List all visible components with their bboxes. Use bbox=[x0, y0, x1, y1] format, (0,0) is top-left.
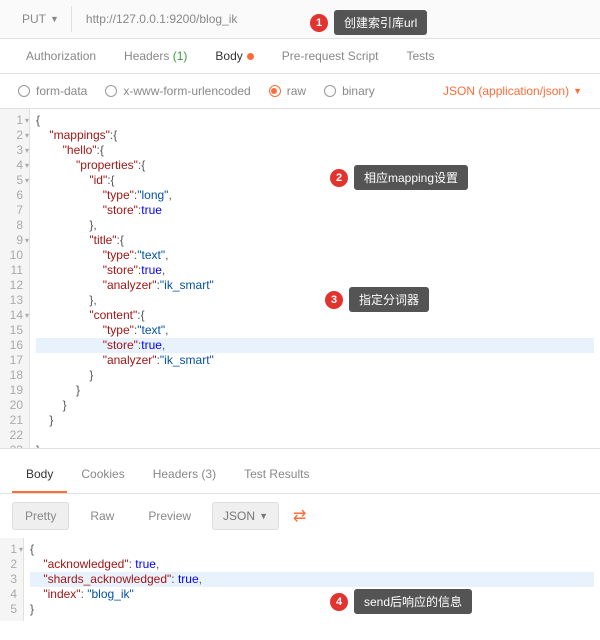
response-body-editor[interactable]: 12345 { "acknowledged": true, "shards_ac… bbox=[0, 538, 600, 621]
body-type-row: form-data x-www-form-urlencoded raw bina… bbox=[0, 74, 600, 109]
raw-button[interactable]: Raw bbox=[77, 502, 127, 530]
tab-body[interactable]: Body bbox=[201, 39, 267, 73]
radio-urlencoded[interactable]: x-www-form-urlencoded bbox=[105, 84, 250, 98]
http-method-select[interactable]: PUT ▼ bbox=[10, 6, 72, 32]
method-label: PUT bbox=[22, 12, 46, 26]
callout-3-text: 指定分词器 bbox=[349, 287, 429, 312]
callout-1-num: 1 bbox=[310, 14, 328, 32]
tab-prereq[interactable]: Pre-request Script bbox=[268, 39, 393, 73]
content-type-select[interactable]: JSON (application/json)▼ bbox=[443, 84, 582, 98]
dot-icon bbox=[247, 53, 254, 60]
callout-4-text: send后响应的信息 bbox=[354, 589, 472, 614]
callout-1-text: 创建索引库url bbox=[334, 10, 427, 35]
code-area[interactable]: { "acknowledged": true, "shards_acknowle… bbox=[24, 538, 600, 621]
rtab-headers[interactable]: Headers (3) bbox=[139, 457, 230, 493]
radio-raw[interactable]: raw bbox=[269, 84, 306, 98]
chevron-down-icon: ▼ bbox=[50, 14, 59, 24]
callout-4-num: 4 bbox=[330, 593, 348, 611]
response-tabs: Body Cookies Headers (3) Test Results bbox=[0, 457, 600, 494]
callout-2-num: 2 bbox=[330, 169, 348, 187]
rtab-body[interactable]: Body bbox=[12, 457, 67, 493]
request-tabs: Authorization Headers (1) Body Pre-reque… bbox=[0, 39, 600, 74]
callout-2-text: 相应mapping设置 bbox=[354, 165, 468, 190]
radio-form-data[interactable]: form-data bbox=[18, 84, 87, 98]
callout-3-num: 3 bbox=[325, 291, 343, 309]
response-toolbar: Pretty Raw Preview JSON▼ ⇄ bbox=[0, 494, 600, 538]
tab-authorization[interactable]: Authorization bbox=[12, 39, 110, 73]
pretty-button[interactable]: Pretty bbox=[12, 502, 69, 530]
gutter: 1234567891011121314151617181920212223 bbox=[0, 109, 30, 448]
chevron-down-icon: ▼ bbox=[573, 86, 582, 96]
radio-binary[interactable]: binary bbox=[324, 84, 375, 98]
code-area[interactable]: { "mappings":{ "hello":{ "properties":{ … bbox=[30, 109, 600, 448]
chevron-down-icon: ▼ bbox=[259, 511, 268, 521]
wrap-icon[interactable]: ⇄ bbox=[287, 506, 312, 526]
tab-tests[interactable]: Tests bbox=[392, 39, 448, 73]
request-body-editor[interactable]: 1234567891011121314151617181920212223 { … bbox=[0, 109, 600, 449]
gutter: 12345 bbox=[0, 538, 24, 621]
rtab-cookies[interactable]: Cookies bbox=[67, 457, 138, 493]
preview-button[interactable]: Preview bbox=[135, 502, 204, 530]
format-select[interactable]: JSON▼ bbox=[212, 502, 279, 530]
rtab-tests[interactable]: Test Results bbox=[230, 457, 323, 493]
tab-headers[interactable]: Headers (1) bbox=[110, 39, 201, 73]
